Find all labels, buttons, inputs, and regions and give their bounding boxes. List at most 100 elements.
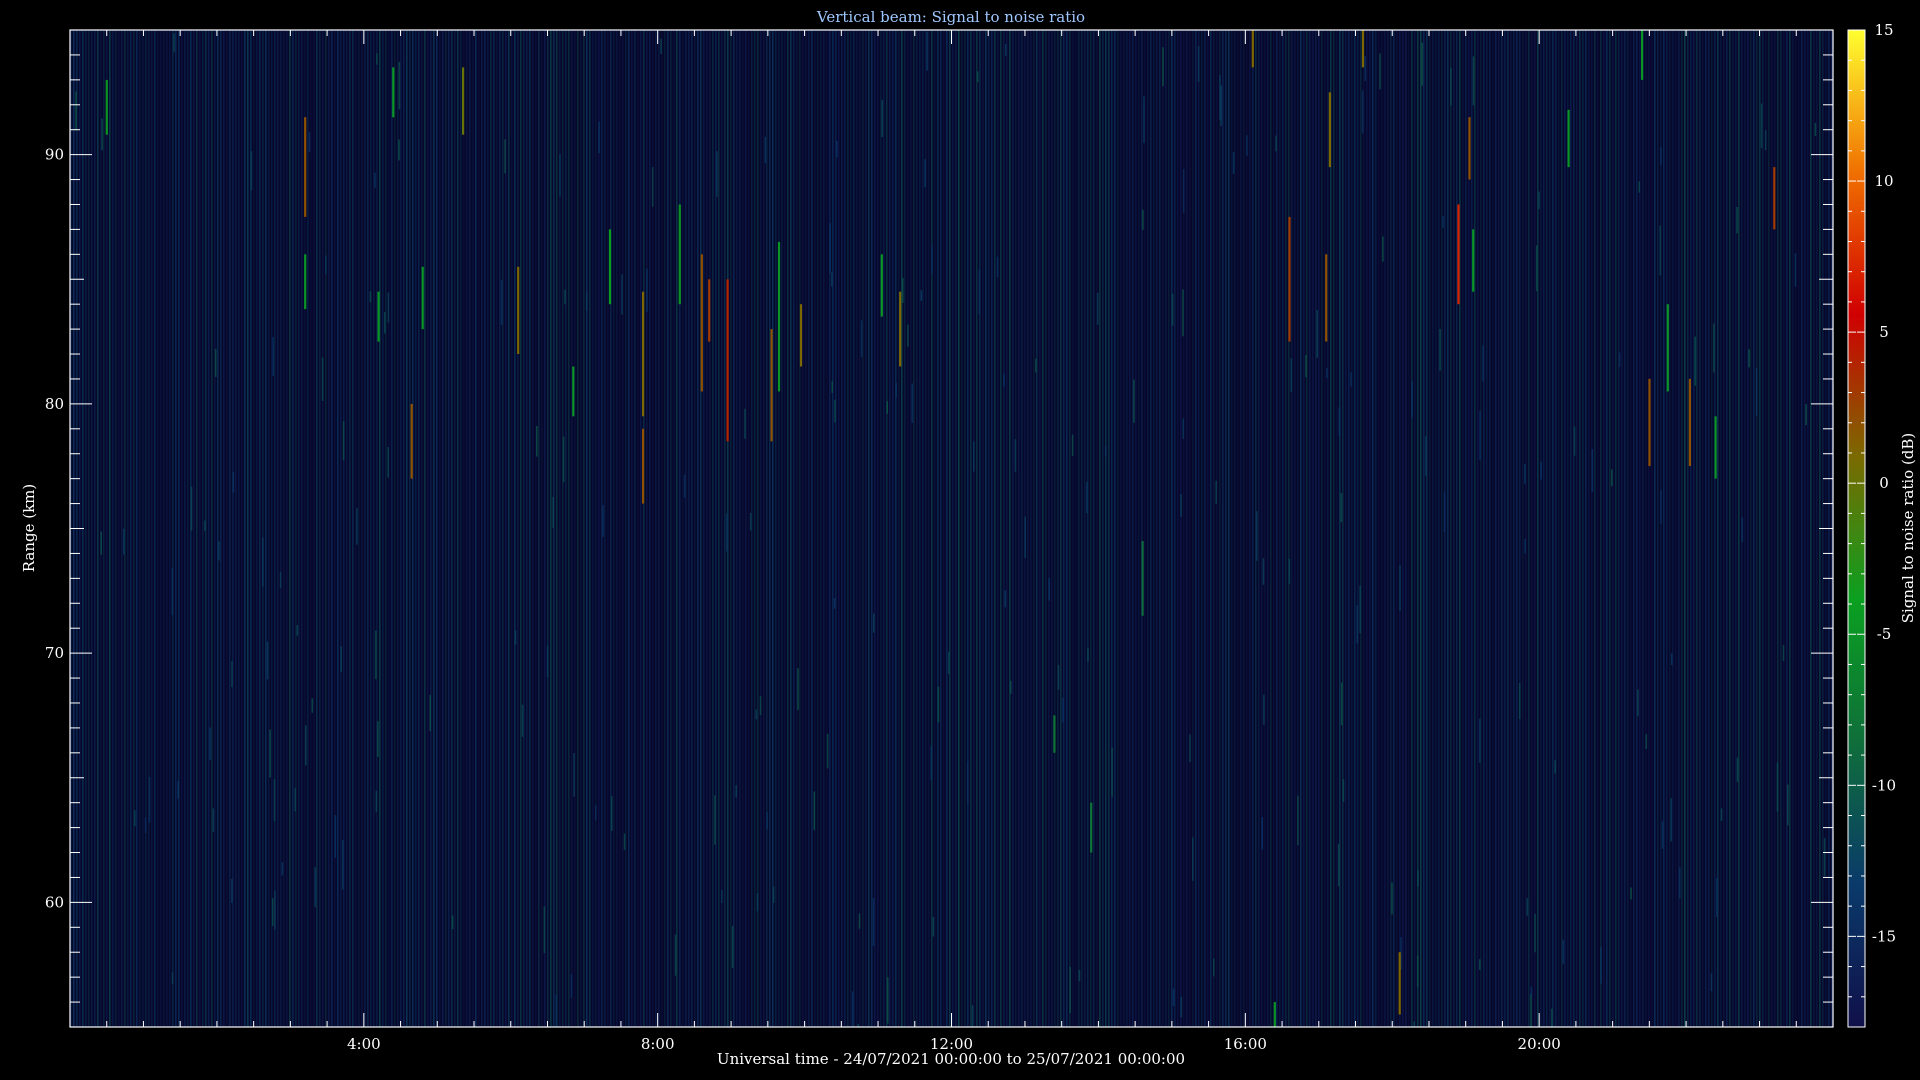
noise-stripe bbox=[1180, 30, 1182, 1027]
noise-fleck bbox=[1805, 404, 1807, 426]
noise-stripe bbox=[790, 30, 792, 1027]
noise-stripe bbox=[1297, 30, 1299, 1027]
noise-stripe bbox=[1363, 30, 1365, 1027]
noise-fleck bbox=[262, 537, 264, 587]
noise-stripe bbox=[1765, 30, 1767, 1027]
noise-stripe bbox=[1684, 30, 1686, 1027]
noise-stripe bbox=[364, 30, 366, 1027]
noise-fleck bbox=[623, 833, 626, 850]
noise-fleck bbox=[429, 694, 431, 732]
noise-stripe bbox=[1594, 30, 1596, 1027]
noise-stripe bbox=[835, 30, 837, 1027]
echo-mark bbox=[1641, 30, 1644, 80]
noise-stripe bbox=[1627, 30, 1629, 1027]
noise-stripe bbox=[1729, 30, 1731, 1027]
noise-stripe bbox=[163, 30, 165, 1027]
noise-fleck bbox=[926, 31, 928, 71]
noise-stripe bbox=[847, 30, 849, 1027]
noise-stripe bbox=[259, 30, 261, 1027]
noise-stripe bbox=[1516, 30, 1518, 1027]
noise-stripe bbox=[1573, 30, 1575, 1027]
noise-stripe bbox=[1705, 30, 1707, 1027]
noise-stripe bbox=[694, 30, 696, 1027]
noise-stripe bbox=[1168, 30, 1170, 1027]
noise-stripe bbox=[1372, 30, 1374, 1027]
noise-stripe bbox=[1768, 30, 1770, 1027]
noise-stripe bbox=[409, 30, 411, 1027]
noise-stripe bbox=[610, 30, 612, 1027]
y-tick-label: 70 bbox=[45, 644, 64, 662]
noise-fleck bbox=[860, 320, 863, 358]
noise-fleck bbox=[660, 38, 662, 55]
noise-stripe bbox=[913, 30, 915, 1027]
noise-stripe bbox=[1591, 30, 1593, 1027]
noise-stripe bbox=[1558, 30, 1560, 1027]
noise-stripe bbox=[1468, 30, 1470, 1027]
noise-stripe bbox=[1732, 30, 1734, 1027]
noise-stripe bbox=[1249, 30, 1251, 1027]
noise-stripe bbox=[1696, 30, 1698, 1027]
noise-stripe bbox=[718, 30, 720, 1027]
noise-fleck bbox=[1024, 516, 1026, 558]
noise-stripe bbox=[991, 30, 993, 1027]
noise-stripe bbox=[622, 30, 624, 1027]
noise-stripe bbox=[1525, 30, 1527, 1027]
noise-fleck bbox=[1197, 46, 1200, 83]
noise-stripe bbox=[400, 30, 402, 1027]
noise-fleck bbox=[735, 785, 737, 798]
echo-mark bbox=[392, 67, 395, 118]
noise-stripe bbox=[865, 30, 867, 1027]
noise-stripe bbox=[160, 30, 162, 1027]
noise-stripe bbox=[397, 30, 399, 1027]
echo-mark bbox=[1288, 216, 1291, 342]
noise-fleck bbox=[1172, 988, 1175, 1006]
noise-stripe bbox=[592, 30, 594, 1027]
noise-fleck bbox=[171, 567, 174, 616]
noise-stripe bbox=[1369, 30, 1371, 1027]
noise-stripe bbox=[463, 30, 465, 1027]
noise-fleck bbox=[1142, 209, 1144, 230]
noise-stripe bbox=[1204, 30, 1206, 1027]
noise-stripe bbox=[793, 30, 795, 1027]
noise-stripe bbox=[1348, 30, 1350, 1027]
noise-stripe bbox=[763, 30, 765, 1027]
noise-fleck bbox=[759, 696, 762, 716]
noise-stripe bbox=[739, 30, 741, 1027]
noise-fleck bbox=[872, 898, 875, 946]
noise-stripe bbox=[1459, 30, 1461, 1027]
noise-fleck bbox=[755, 709, 758, 720]
noise-stripe bbox=[448, 30, 450, 1027]
noise-stripe bbox=[430, 30, 432, 1027]
noise-fleck bbox=[1261, 817, 1264, 850]
noise-fleck bbox=[573, 753, 575, 797]
noise-stripe bbox=[1783, 30, 1785, 1027]
y-tick-label: 90 bbox=[45, 146, 64, 164]
noise-stripe bbox=[1312, 30, 1314, 1027]
noise-fleck bbox=[1262, 558, 1265, 585]
noise-stripe bbox=[334, 30, 336, 1027]
echo-mark bbox=[1361, 30, 1365, 68]
noise-stripe bbox=[1057, 30, 1059, 1027]
noise-fleck bbox=[996, 256, 999, 278]
noise-stripe bbox=[1615, 30, 1617, 1027]
noise-fleck bbox=[973, 441, 975, 472]
noise-fleck bbox=[212, 808, 215, 832]
noise-stripe bbox=[1252, 30, 1254, 1027]
noise-stripe bbox=[436, 30, 438, 1027]
noise-stripe bbox=[1285, 30, 1287, 1027]
noise-stripe bbox=[1585, 30, 1587, 1027]
echo-mark bbox=[608, 229, 612, 305]
noise-fleck bbox=[1479, 410, 1481, 461]
noise-stripe bbox=[637, 30, 639, 1027]
noise-fleck bbox=[834, 399, 836, 423]
echo-mark bbox=[1328, 92, 1331, 168]
noise-stripe bbox=[1111, 30, 1113, 1027]
noise-fleck bbox=[1087, 647, 1089, 662]
noise-fleck bbox=[342, 840, 344, 890]
noise-stripe bbox=[1165, 30, 1167, 1027]
noise-stripe bbox=[1738, 30, 1740, 1027]
noise-stripe bbox=[1225, 30, 1227, 1027]
noise-stripe bbox=[940, 30, 942, 1027]
noise-stripe bbox=[340, 30, 342, 1027]
noise-fleck bbox=[833, 598, 836, 609]
